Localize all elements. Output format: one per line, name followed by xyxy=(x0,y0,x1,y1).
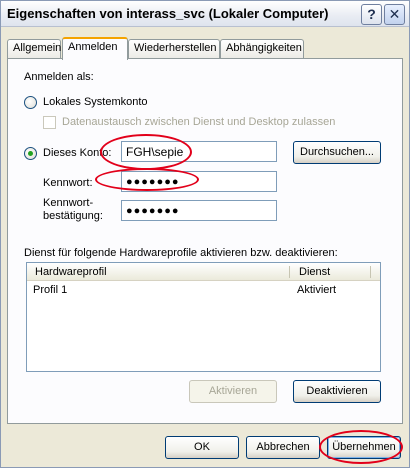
hardware-profiles-list[interactable]: Hardwareprofil Dienst Profil 1 Aktiviert xyxy=(26,262,381,372)
tab-allgemein[interactable]: Allgemein xyxy=(7,39,61,58)
close-button[interactable]: ✕ xyxy=(384,4,405,25)
title-bar: Eigenschaften von interass_svc (Lokaler … xyxy=(1,1,409,27)
tab-abhaengigkeiten[interactable]: Abhängigkeiten xyxy=(220,39,304,58)
tab-anmelden[interactable]: Anmelden xyxy=(62,37,128,60)
confirm-password-input[interactable]: ●●●●●●● xyxy=(121,200,277,221)
window-title: Eigenschaften von interass_svc (Lokaler … xyxy=(7,6,329,21)
help-button[interactable]: ? xyxy=(361,4,382,25)
account-input[interactable]: FGH\sepie xyxy=(121,141,277,162)
service-cell: Aktiviert xyxy=(297,284,337,296)
password-label: Kennwort: xyxy=(43,177,93,189)
column-header-service[interactable]: Dienst xyxy=(299,266,330,278)
disable-button[interactable]: Deaktivieren xyxy=(293,380,381,403)
enable-button[interactable]: Aktivieren xyxy=(189,380,277,403)
profile-cell: Profil 1 xyxy=(33,284,68,296)
table-row[interactable]: Profil 1 Aktiviert xyxy=(27,282,380,298)
local-system-radio[interactable] xyxy=(24,96,37,109)
list-header: Hardwareprofil Dienst xyxy=(27,263,380,281)
cancel-button[interactable]: Abbrechen xyxy=(246,436,320,459)
ok-button[interactable]: OK xyxy=(165,436,239,459)
column-separator xyxy=(370,266,371,278)
desktop-interact-checkbox[interactable] xyxy=(43,116,56,129)
this-account-label: Dieses Konto: xyxy=(43,147,112,159)
hardware-profiles-label: Dienst für folgende Hardwareprofile akti… xyxy=(24,247,338,259)
apply-button[interactable]: Übernehmen xyxy=(327,436,401,459)
logon-as-label: Anmelden als: xyxy=(24,71,94,83)
properties-dialog: Eigenschaften von interass_svc (Lokaler … xyxy=(0,0,410,468)
radio-selected-dot xyxy=(28,151,33,156)
this-account-radio[interactable] xyxy=(24,147,37,160)
tab-wiederherstellen[interactable]: Wiederherstellen xyxy=(128,39,220,58)
local-system-label: Lokales Systemkonto xyxy=(43,96,148,108)
column-header-profile[interactable]: Hardwareprofil xyxy=(35,266,107,278)
password-input[interactable]: ●●●●●●● xyxy=(121,171,277,192)
desktop-interact-label: Datenaustausch zwischen Dienst und Deskt… xyxy=(62,116,336,128)
column-separator xyxy=(289,266,290,278)
confirm-password-label-line1: Kennwort- xyxy=(43,197,94,209)
confirm-password-label-line2: bestätigung: xyxy=(43,210,103,222)
browse-button[interactable]: Durchsuchen... xyxy=(293,141,381,164)
